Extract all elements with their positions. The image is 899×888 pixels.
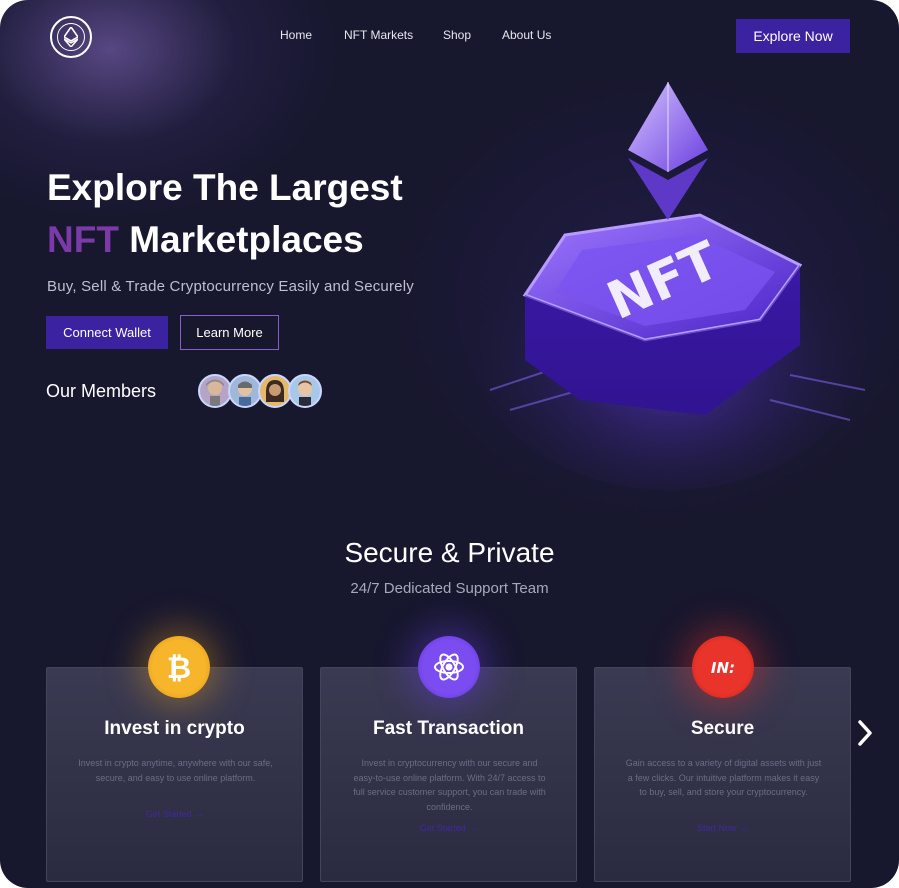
- ethereum-logo-icon[interactable]: [50, 16, 92, 58]
- feature-card-link-label: Get Started: [145, 809, 192, 819]
- bitcoin-icon: ₿: [148, 636, 210, 698]
- feature-card-title: Fast Transaction: [373, 718, 524, 739]
- feature-card-link[interactable]: Start Now →: [595, 823, 850, 833]
- nav-link-nft-markets[interactable]: NFT Markets: [344, 28, 443, 42]
- feature-card-text: Invest in cryptocurrency with our secure…: [353, 758, 546, 812]
- connect-wallet-button[interactable]: Connect Wallet: [46, 316, 168, 349]
- avatar[interactable]: [288, 374, 322, 408]
- feature-card-secure: Secure Gain access to a variety of digit…: [594, 667, 851, 882]
- avatar[interactable]: [258, 374, 292, 408]
- hero-subtitle: Buy, Sell & Trade Cryptocurrency Easily …: [47, 278, 414, 295]
- carousel-next-icon[interactable]: [850, 715, 880, 751]
- hero-title-line2: NFT Marketplaces: [47, 214, 403, 266]
- feature-card-link-label: Get Started: [419, 823, 466, 833]
- top-nav: Home NFT Markets Shop About Us Explore N…: [0, 0, 899, 72]
- page-frame: Home NFT Markets Shop About Us Explore N…: [0, 0, 899, 888]
- hero-title-accent: NFT: [47, 219, 119, 260]
- atom-icon: [418, 636, 480, 698]
- svg-text:IN:: IN:: [711, 659, 735, 677]
- feature-card-title: Secure: [690, 718, 755, 739]
- feature-card-link-label: Start Now: [696, 823, 737, 833]
- feature-card-link[interactable]: Get Started →: [47, 809, 302, 819]
- feature-card-text: Gain access to a variety of digital asse…: [625, 758, 822, 797]
- arrow-right-icon: →: [468, 823, 478, 833]
- feature-card-invest: Invest in crypto Invest in crypto anytim…: [46, 667, 303, 882]
- nav-links: Home NFT Markets Shop About Us: [280, 28, 551, 42]
- nav-link-home[interactable]: Home: [280, 28, 344, 42]
- feature-card-title: Invest in crypto: [104, 718, 245, 739]
- arrow-right-icon: →: [739, 823, 749, 833]
- features-title: Secure & Private: [344, 537, 555, 568]
- nav-link-about-us[interactable]: About Us: [502, 28, 551, 42]
- nav-link-shop[interactable]: Shop: [443, 28, 502, 42]
- feature-card-link[interactable]: Get Started →: [321, 823, 576, 833]
- learn-more-button[interactable]: Learn More: [180, 315, 279, 350]
- features-subtitle: 24/7 Dedicated Support Team: [350, 580, 549, 597]
- hero-title-line2-rest: Marketplaces: [129, 219, 364, 260]
- svg-text:₿: ₿: [167, 651, 191, 684]
- member-avatars: [198, 374, 328, 410]
- nft-hero-illustration: NFT: [470, 70, 880, 490]
- avatar[interactable]: [198, 374, 232, 408]
- feature-card-fast-transaction: Fast Transaction Invest in cryptocurrenc…: [320, 667, 577, 882]
- avatar[interactable]: [228, 374, 262, 408]
- shield-brand-icon: IN:: [692, 636, 754, 698]
- ethereum-icon: [57, 23, 85, 51]
- hero-title-line1: Explore The Largest: [47, 167, 403, 208]
- our-members-label: Our Members: [46, 381, 157, 401]
- explore-now-button[interactable]: Explore Now: [736, 19, 850, 53]
- arrow-right-icon: →: [194, 809, 204, 819]
- hero-title: Explore The Largest NFT Marketplaces: [47, 162, 403, 266]
- feature-card-text: Invest in crypto anytime, anywhere with …: [78, 758, 273, 783]
